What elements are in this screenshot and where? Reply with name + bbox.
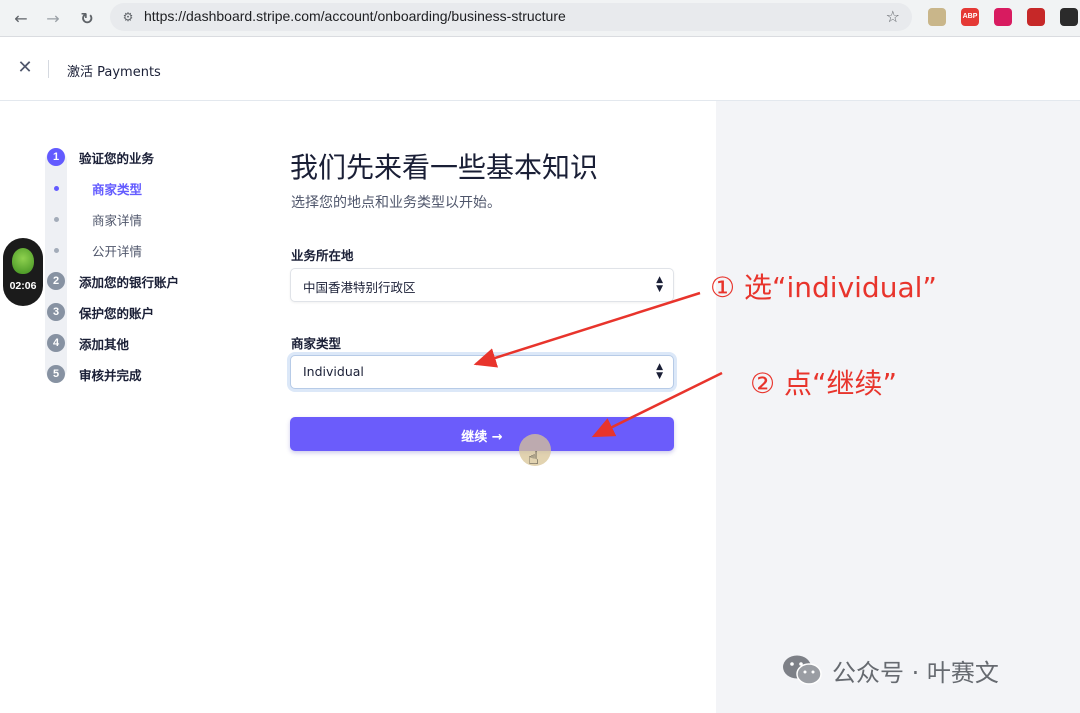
substep-dot — [54, 185, 59, 191]
step-number: 5 — [47, 365, 65, 383]
step-number: 3 — [47, 303, 65, 321]
adblock-icon[interactable]: ABP — [961, 8, 979, 26]
continue-button[interactable]: 继续 → — [290, 417, 674, 451]
watermark: 公众号 · 叶赛文 — [782, 650, 999, 690]
wechat-icon — [783, 655, 822, 685]
substep-label: 商家类型 — [92, 181, 143, 197]
step-5[interactable]: 5 审核并完成 — [45, 363, 142, 385]
forward-icon[interactable]: → — [41, 6, 65, 30]
substep-dot — [54, 216, 59, 222]
form-title: 我们先来看一些基本知识 — [290, 151, 599, 184]
location-label: 业务所在地 — [291, 248, 354, 263]
substep-label: 公开详情 — [92, 243, 143, 259]
substep-label: 商家详情 — [92, 212, 143, 228]
form-subtitle: 选择您的地点和业务类型以开始。 — [291, 195, 501, 211]
business-type-label: 商家类型 — [291, 336, 342, 351]
substep-business-details[interactable]: 商家详情 — [45, 208, 142, 230]
continue-button-label: 继续 → — [461, 430, 503, 445]
step-number: 4 — [47, 334, 65, 352]
step-label: 保护您的账户 — [79, 305, 155, 321]
reload-icon[interactable]: ↻ — [75, 6, 99, 30]
step-label: 审核并完成 — [79, 367, 142, 383]
url-text[interactable]: https://dashboard.stripe.com/account/onb… — [144, 8, 566, 24]
page-header: ✕ 激活 Payments — [0, 37, 1080, 101]
step-2[interactable]: 2 添加您的银行账户 — [45, 270, 179, 292]
step-number: 2 — [47, 272, 65, 290]
address-bar[interactable]: ⚙ https://dashboard.stripe.com/account/o… — [110, 3, 912, 31]
chevron-updown-icon: ▲ ▼ — [656, 275, 663, 294]
profile-ext-icon[interactable] — [1060, 8, 1078, 26]
step-4[interactable]: 4 添加其他 — [45, 332, 129, 354]
watermark-text: 公众号 · 叶赛文 — [832, 658, 999, 687]
site-info-icon[interactable]: ⚙ — [120, 9, 136, 25]
annotation-step2: ② 点“继续” — [750, 367, 898, 400]
location-value: 中国香港特别行政区 — [303, 280, 416, 295]
arrow-to-type-select — [473, 291, 701, 368]
browser-toolbar: ← → ↻ ⚙ https://dashboard.stripe.com/acc… — [0, 0, 1080, 37]
hand-cursor-icon: ☝ — [528, 448, 539, 469]
step-1[interactable]: 1 验证您的业务 — [45, 146, 154, 168]
business-type-value: Individual — [303, 364, 364, 379]
timer-text: 02:06 — [9, 280, 37, 292]
annotation-step1: ① 选“individual” — [710, 271, 937, 304]
location-select[interactable]: 中国香港特别行政区 ▲ ▼ — [290, 268, 674, 302]
substep-public-details[interactable]: 公开详情 — [45, 239, 142, 261]
step-number: 1 — [47, 148, 65, 166]
timer-widget[interactable]: 02:06 — [3, 238, 43, 306]
red-ext-icon[interactable] — [1027, 8, 1045, 26]
leaf-icon — [12, 248, 34, 274]
header-divider — [48, 60, 49, 78]
business-type-select[interactable]: Individual ▲ ▼ — [290, 355, 674, 389]
bookmark-star-icon[interactable]: ☆ — [886, 7, 900, 26]
translate-ext-icon[interactable] — [994, 8, 1012, 26]
substep-business-type[interactable]: 商家类型 — [45, 177, 142, 199]
step-label: 验证您的业务 — [79, 150, 155, 166]
step-3[interactable]: 3 保护您的账户 — [45, 301, 154, 323]
chevron-updown-icon: ▲ ▼ — [656, 362, 663, 381]
substep-dot — [54, 247, 59, 253]
right-panel — [716, 101, 1080, 713]
page-title: 激活 Payments — [67, 65, 161, 80]
back-icon[interactable]: ← — [9, 6, 33, 30]
step-label: 添加您的银行账户 — [79, 274, 180, 290]
image-ext-icon[interactable] — [928, 8, 946, 26]
close-icon[interactable]: ✕ — [14, 57, 36, 79]
step-label: 添加其他 — [79, 336, 130, 352]
